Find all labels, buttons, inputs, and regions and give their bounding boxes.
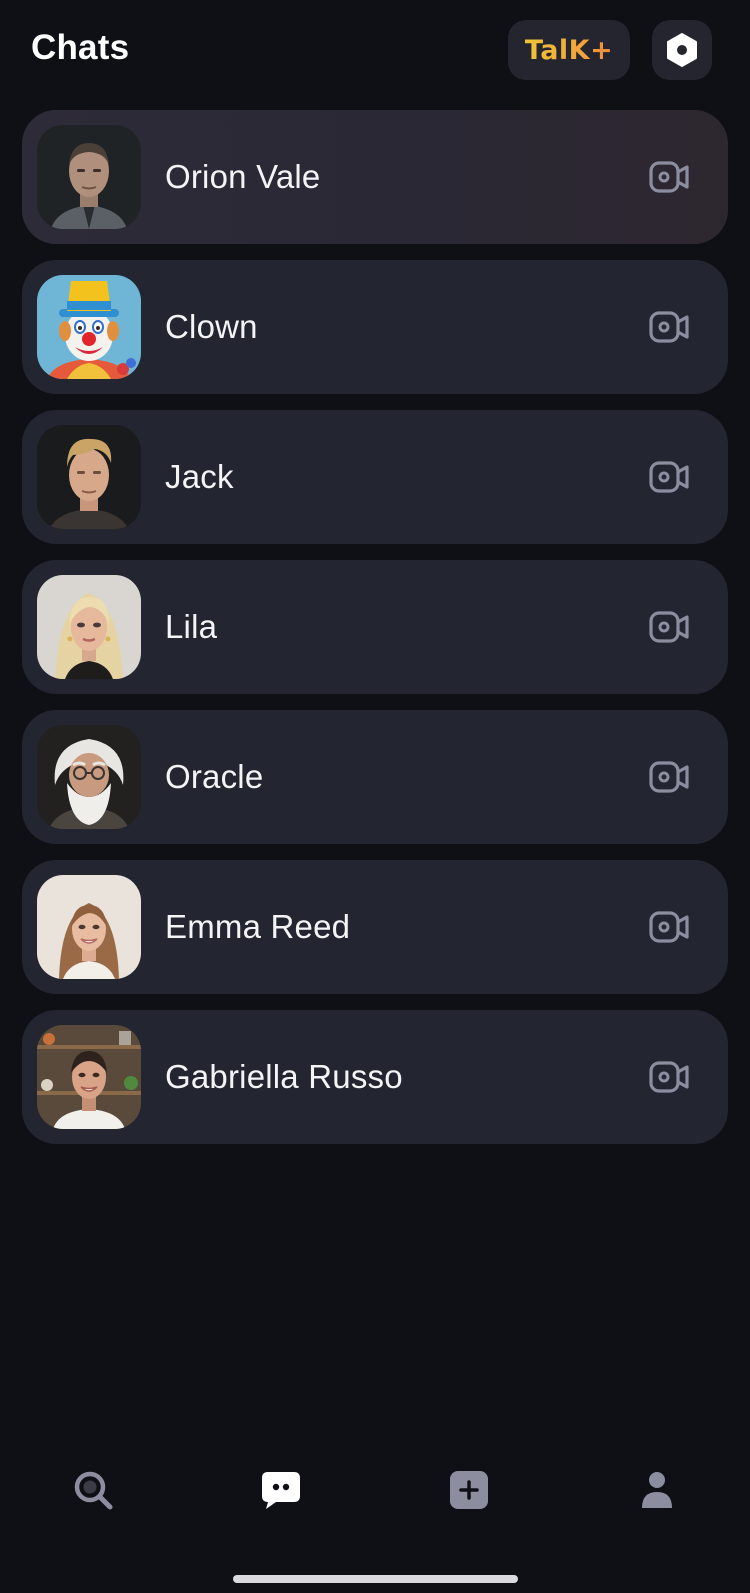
video-call-icon <box>649 611 689 643</box>
bottom-nav <box>0 1460 750 1550</box>
chat-name: Jack <box>165 458 234 495</box>
video-call-button[interactable] <box>648 160 690 194</box>
avatar <box>37 575 141 679</box>
talk-plus-button[interactable]: TalK+ <box>508 20 630 80</box>
header: Chats TalK+ <box>0 0 750 100</box>
old-wizard-avatar <box>37 725 141 829</box>
talk-plus-label: TalK+ <box>524 34 614 66</box>
search-icon <box>74 1471 113 1510</box>
chat-name: Emma Reed <box>165 908 351 945</box>
page-title: Chats <box>31 28 130 67</box>
chat-item-orion-vale[interactable]: Orion Vale <box>22 110 728 244</box>
chat-list: Orion Vale Clown Jack Lila Oracle Emma R… <box>22 110 728 1160</box>
avatar <box>37 725 141 829</box>
video-call-button[interactable] <box>648 910 690 944</box>
chat-item-emma-reed[interactable]: Emma Reed <box>22 860 728 994</box>
chef-woman-avatar <box>37 1025 141 1129</box>
create-plus-icon <box>450 1471 488 1509</box>
settings-hexagon-icon <box>667 33 697 67</box>
video-call-button[interactable] <box>648 760 690 794</box>
video-call-icon <box>649 911 689 943</box>
video-call-button[interactable] <box>648 460 690 494</box>
nav-chats[interactable] <box>251 1460 311 1520</box>
video-call-button[interactable] <box>648 610 690 644</box>
chat-name: Gabriella Russo <box>165 1058 403 1095</box>
chat-item-jack[interactable]: Jack <box>22 410 728 544</box>
avatar <box>37 125 141 229</box>
chat-item-gabriella-russo[interactable]: Gabriella Russo <box>22 1010 728 1144</box>
video-call-icon <box>649 761 689 793</box>
video-call-icon <box>649 311 689 343</box>
smiling-woman-avatar <box>37 875 141 979</box>
profile-icon <box>642 1472 672 1508</box>
nav-profile[interactable] <box>627 1460 687 1520</box>
avatar <box>37 425 141 529</box>
chat-name: Clown <box>165 308 258 345</box>
blonde-woman-avatar <box>37 575 141 679</box>
video-call-button[interactable] <box>648 310 690 344</box>
avatar <box>37 1025 141 1129</box>
avatar <box>37 275 141 379</box>
video-call-button[interactable] <box>648 1060 690 1094</box>
home-indicator <box>233 1575 518 1583</box>
video-call-icon <box>649 461 689 493</box>
nav-search[interactable] <box>63 1460 123 1520</box>
chat-item-clown[interactable]: Clown <box>22 260 728 394</box>
blond-man-avatar <box>37 425 141 529</box>
video-call-icon <box>649 1061 689 1093</box>
chat-item-oracle[interactable]: Oracle <box>22 710 728 844</box>
chat-name: Orion Vale <box>165 158 321 195</box>
clown-avatar <box>37 275 141 379</box>
settings-button[interactable] <box>652 20 712 80</box>
nav-create[interactable] <box>439 1460 499 1520</box>
avatar <box>37 875 141 979</box>
chat-name: Oracle <box>165 758 264 795</box>
chat-name: Lila <box>165 608 218 645</box>
chat-item-lila[interactable]: Lila <box>22 560 728 694</box>
chat-bubble-icon <box>262 1472 300 1509</box>
video-call-icon <box>649 161 689 193</box>
chats-screen: Chats TalK+ Orion Vale Clown Jack Lila O… <box>0 0 750 1593</box>
man-short-hair-avatar <box>37 125 141 229</box>
